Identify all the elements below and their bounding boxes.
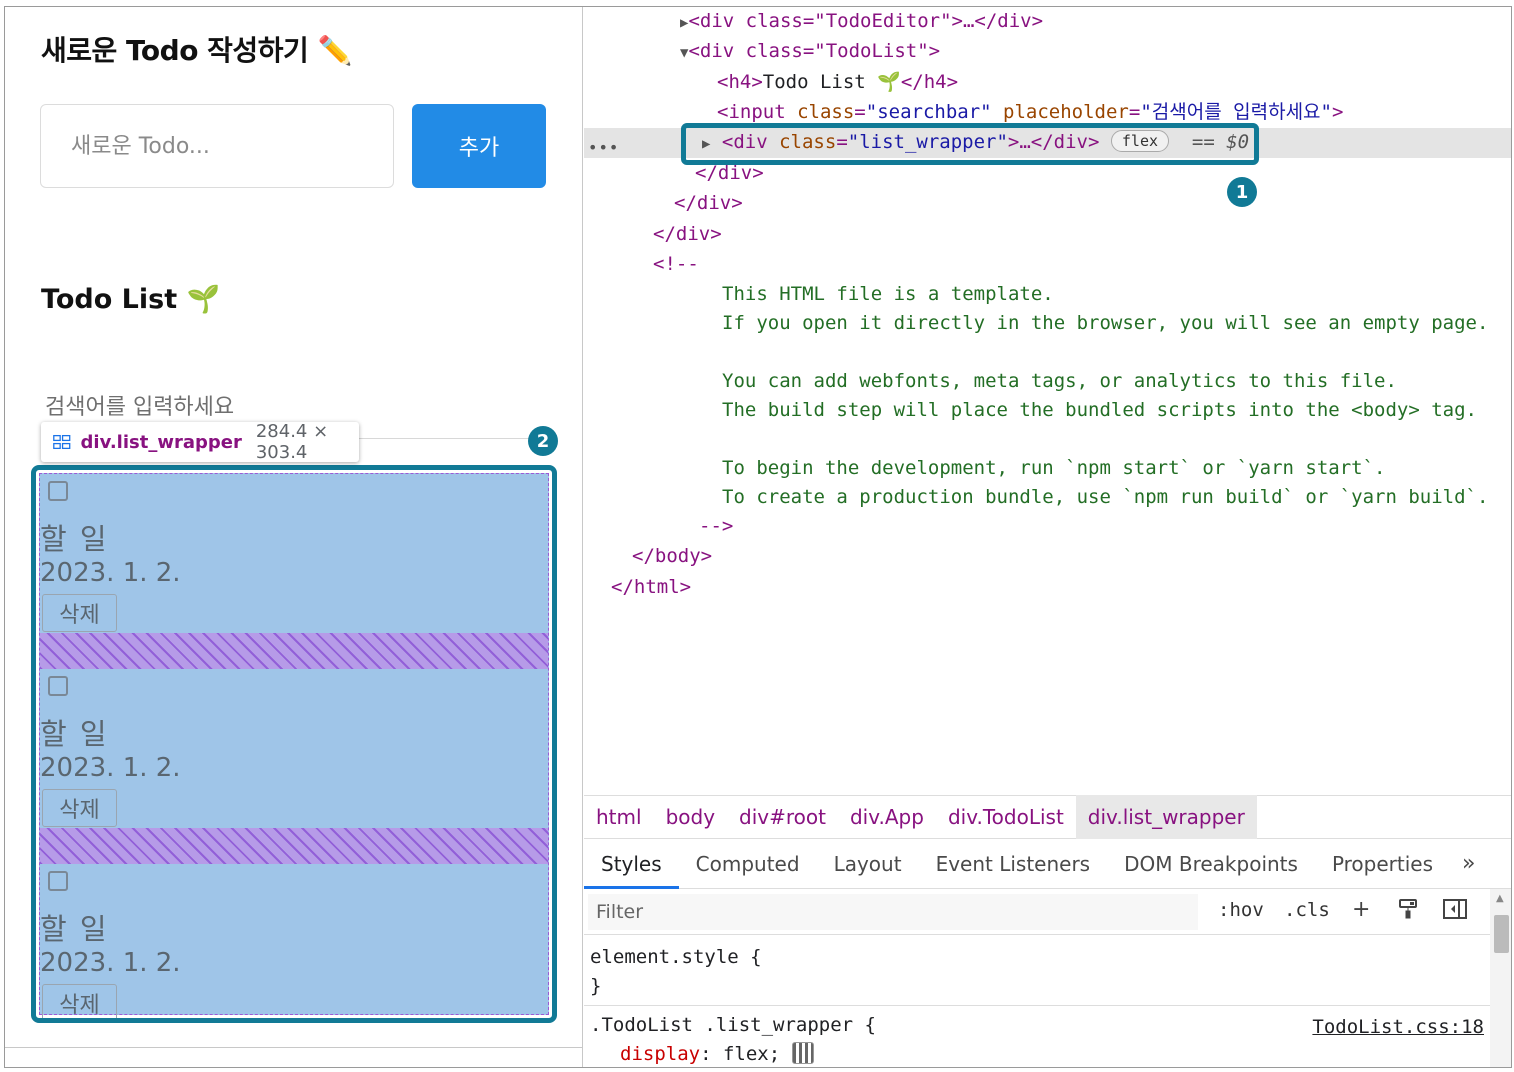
breadcrumb-root[interactable]: div#root xyxy=(727,795,838,839)
tag-text: </body> xyxy=(632,545,713,567)
styles-toolbar: :hov .cls + xyxy=(584,889,1490,935)
tab-dom-breakpoints[interactable]: DOM Breakpoints xyxy=(1107,839,1315,889)
callout-badge-2: 2 xyxy=(528,426,558,456)
comment-line: To begin the development, run `npm start… xyxy=(722,457,1386,479)
callout-badge-1: 1 xyxy=(1227,177,1257,207)
todo-app-panel: 새로운 Todo 작성하기 ✏️ 추가 Todo List 🌱 할 일 2023… xyxy=(5,7,583,1067)
tree-line-comment-open[interactable]: <!-- xyxy=(584,250,1511,280)
tooltip-element-name: div.list_wrapper xyxy=(80,431,242,453)
breadcrumb-todolist[interactable]: div.TodoList xyxy=(936,795,1076,839)
new-rule-icon[interactable]: + xyxy=(1352,897,1370,922)
tab-layout[interactable]: Layout xyxy=(817,839,919,889)
element-style-selector[interactable]: element.style { xyxy=(590,943,762,972)
list-title: Todo List 🌱 xyxy=(41,284,221,315)
divider xyxy=(5,1047,583,1048)
tab-event-listeners[interactable]: Event Listeners xyxy=(919,839,1108,889)
comment-line: If you open it directly in the browser, … xyxy=(722,312,1489,334)
more-tabs-icon[interactable]: » xyxy=(1450,839,1487,889)
cls-toggle[interactable]: .cls xyxy=(1284,899,1330,921)
inspect-tooltip: div.list_wrapper 284.4 × 303.4 xyxy=(41,421,359,463)
scroll-up-icon[interactable]: ▲ xyxy=(1496,893,1504,904)
editor-title: 새로운 Todo 작성하기 ✏️ xyxy=(41,34,352,67)
styles-pane: element.style { } .TodoList .list_wrappe… xyxy=(584,935,1490,1067)
tree-line-h4[interactable]: <h4>Todo List 🌱</h4> xyxy=(584,68,1511,98)
divider xyxy=(584,1005,1490,1006)
tag-text: --> xyxy=(699,515,734,537)
toggle-sidebar-icon[interactable] xyxy=(1442,897,1468,927)
attr-name: placeholder xyxy=(1003,101,1129,123)
tab-styles[interactable]: Styles xyxy=(584,839,679,889)
tree-line-todoeditor[interactable]: ▶<div class="TodoEditor">…</div> xyxy=(584,7,1511,37)
breadcrumb-list-wrapper[interactable]: div.list_wrapper xyxy=(1075,795,1257,839)
hov-toggle[interactable]: :hov xyxy=(1218,899,1264,921)
tree-line-body-close[interactable]: </body> xyxy=(584,542,1511,572)
css-property: display xyxy=(620,1043,701,1065)
breadcrumb: html body div#root div.App div.TodoList … xyxy=(584,795,1511,839)
tag-text: </div> xyxy=(674,192,743,214)
screenshot-frame: 새로운 Todo 작성하기 ✏️ 추가 Todo List 🌱 할 일 2023… xyxy=(4,6,1512,1068)
css-declaration[interactable]: display: flex; xyxy=(620,1040,814,1067)
flex-layout-icon xyxy=(53,434,71,450)
filter-input[interactable] xyxy=(588,894,1198,930)
close-brace: } xyxy=(590,975,602,997)
breadcrumb-html[interactable]: html xyxy=(584,795,654,839)
sidebar-tabs: Styles Computed Layout Event Listeners D… xyxy=(584,839,1511,889)
tag-text: <h4> xyxy=(717,71,763,93)
rule-source-link[interactable]: TodoList.css:18 xyxy=(1312,1013,1484,1042)
wrapper-highlight-box xyxy=(31,465,557,1023)
tree-line-todolist[interactable]: ▼<div class="TodoList"> xyxy=(584,37,1511,67)
tree-line-close[interactable]: </div> xyxy=(584,189,1511,219)
tree-line-html-close[interactable]: </html> xyxy=(584,573,1511,603)
text-node: Todo List 🌱 xyxy=(762,71,901,93)
tag-text: </html> xyxy=(611,576,692,598)
tree-line-comment-close: --> xyxy=(584,512,1511,542)
devtools-panel: ▶<div class="TodoEditor">…</div> ▼<div c… xyxy=(584,7,1511,1067)
breadcrumb-app[interactable]: div.App xyxy=(838,795,936,839)
styles-scrollbar[interactable]: ▲ xyxy=(1490,889,1511,1067)
attr-value: "searchbar" xyxy=(865,101,992,123)
comment-line: The build step will place the bundled sc… xyxy=(722,399,1477,421)
new-todo-input[interactable] xyxy=(40,104,394,188)
comment-line: You can add webfonts, meta tags, or anal… xyxy=(722,370,1397,392)
comment-line: To create a production bundle, use `npm … xyxy=(722,486,1489,508)
tag-text: </h4> xyxy=(900,71,959,93)
tag-text: <div class="TodoList"> xyxy=(688,40,941,62)
grid-layout-icon[interactable] xyxy=(791,1042,814,1064)
tag-text: <div class="TodoEditor"> xyxy=(688,10,963,32)
tooltip-dimensions: 284.4 × 303.4 xyxy=(255,421,329,463)
tag-text: <input xyxy=(717,101,786,123)
tag-text: </div> xyxy=(653,223,722,245)
tree-line-close[interactable]: </div> xyxy=(584,220,1511,250)
add-button[interactable]: 추가 xyxy=(412,104,546,188)
scroll-thumb[interactable] xyxy=(1494,915,1509,953)
paint-icon[interactable] xyxy=(1396,897,1420,927)
tag-text: > xyxy=(1331,101,1344,123)
tag-text: </div> xyxy=(695,162,764,184)
attr-value: "검색어를 입력하세요" xyxy=(1140,101,1332,123)
attr-name: class xyxy=(797,101,855,123)
tag-text: <!-- xyxy=(653,253,699,275)
tab-properties[interactable]: Properties xyxy=(1315,839,1450,889)
breadcrumb-body[interactable]: body xyxy=(654,795,727,839)
tab-computed[interactable]: Computed xyxy=(679,839,817,889)
css-value: flex; xyxy=(722,1043,781,1065)
rule-selector[interactable]: .TodoList .list_wrapper { xyxy=(590,1011,876,1040)
comment-line: This HTML file is a template. xyxy=(722,283,1054,305)
tag-text: …</div> xyxy=(962,10,1044,32)
selected-node-highlight-box xyxy=(681,123,1259,165)
